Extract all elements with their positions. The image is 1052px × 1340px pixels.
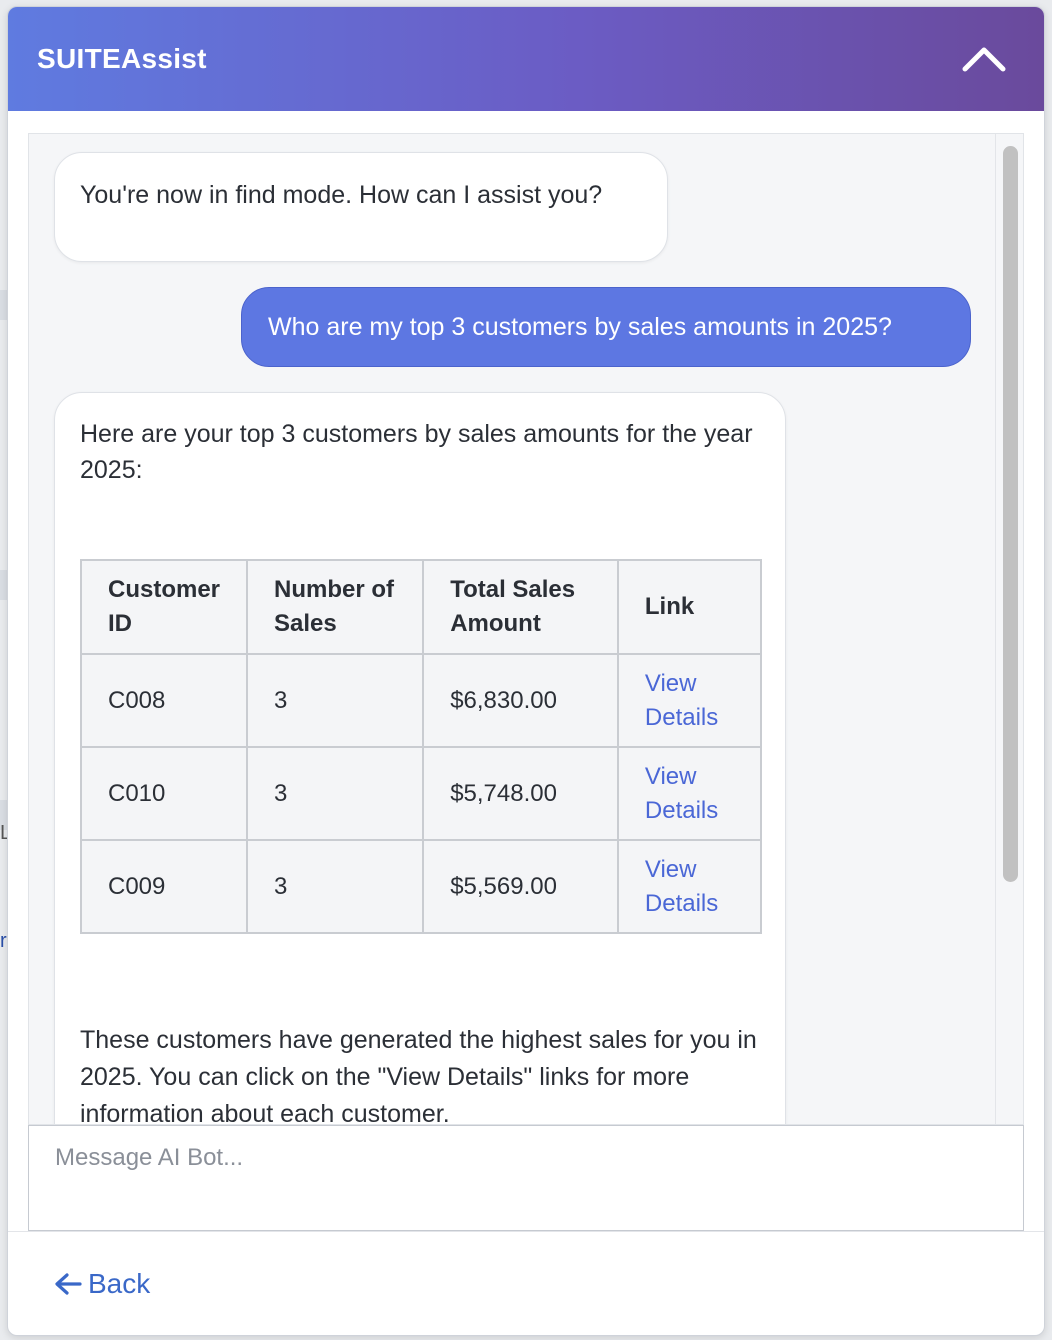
cell-total-sales: $5,748.00: [422, 746, 619, 841]
cell-number-of-sales: 3: [246, 653, 425, 748]
message-input-container: [28, 1125, 1024, 1231]
message-list[interactable]: You're now in find mode. How can I assis…: [28, 133, 1024, 1125]
background-text: r: [0, 930, 7, 952]
table-header-row: Customer ID Number of Sales Total Sales …: [79, 559, 763, 655]
cell-customer-id: C009: [79, 839, 249, 934]
cell-link: View Details: [616, 839, 763, 934]
back-button-label: Back: [88, 1268, 151, 1299]
bot-message: Here are your top 3 customers by sales a…: [54, 392, 786, 1125]
view-details-link[interactable]: View Details: [645, 763, 718, 824]
back-button[interactable]: Back: [54, 1268, 150, 1300]
cell-link: View Details: [616, 653, 763, 748]
collapse-button[interactable]: [960, 35, 1008, 83]
column-header-link: Link: [616, 559, 763, 655]
cell-number-of-sales: 3: [246, 839, 425, 934]
chevron-up-icon: [962, 47, 1006, 72]
view-details-link[interactable]: View Details: [645, 856, 718, 917]
cell-total-sales: $5,569.00: [422, 839, 619, 934]
user-message: Who are my top 3 customers by sales amou…: [241, 287, 971, 367]
column-header-total-sales: Total Sales Amount: [422, 559, 619, 655]
chat-widget: SUITEAssist You're now in find mode. How…: [7, 6, 1045, 1336]
table-row: C010 3 $5,748.00 View Details: [79, 746, 763, 841]
arrow-left-icon: [55, 1273, 82, 1295]
bot-message-text: Here are your top 3 customers by sales a…: [80, 420, 753, 484]
message-input[interactable]: [29, 1126, 1023, 1230]
results-table: Customer ID Number of Sales Total Sales …: [79, 559, 763, 934]
user-message-text: Who are my top 3 customers by sales amou…: [268, 312, 892, 341]
bot-message-text: These customers have generated the highe…: [80, 1026, 757, 1125]
column-header-customer-id: Customer ID: [79, 559, 249, 655]
table-row: C008 3 $6,830.00 View Details: [79, 653, 763, 748]
bot-message: You're now in find mode. How can I assis…: [54, 152, 668, 262]
scrollbar-thumb[interactable]: [1003, 146, 1018, 882]
bot-message-text: You're now in find mode. How can I assis…: [80, 181, 603, 209]
scrollbar[interactable]: [995, 134, 1023, 1124]
chat-footer: Back: [8, 1231, 1044, 1335]
widget-title: SUITEAssist: [37, 43, 207, 74]
cell-customer-id: C008: [79, 653, 249, 748]
cell-link: View Details: [616, 746, 763, 841]
table-row: C009 3 $5,569.00 View Details: [79, 839, 763, 934]
chat-header: SUITEAssist: [8, 7, 1044, 111]
cell-total-sales: $6,830.00: [422, 653, 619, 748]
column-header-number-of-sales: Number of Sales: [246, 559, 425, 655]
view-details-link[interactable]: View Details: [645, 670, 718, 731]
cell-number-of-sales: 3: [246, 746, 425, 841]
cell-customer-id: C010: [79, 746, 249, 841]
